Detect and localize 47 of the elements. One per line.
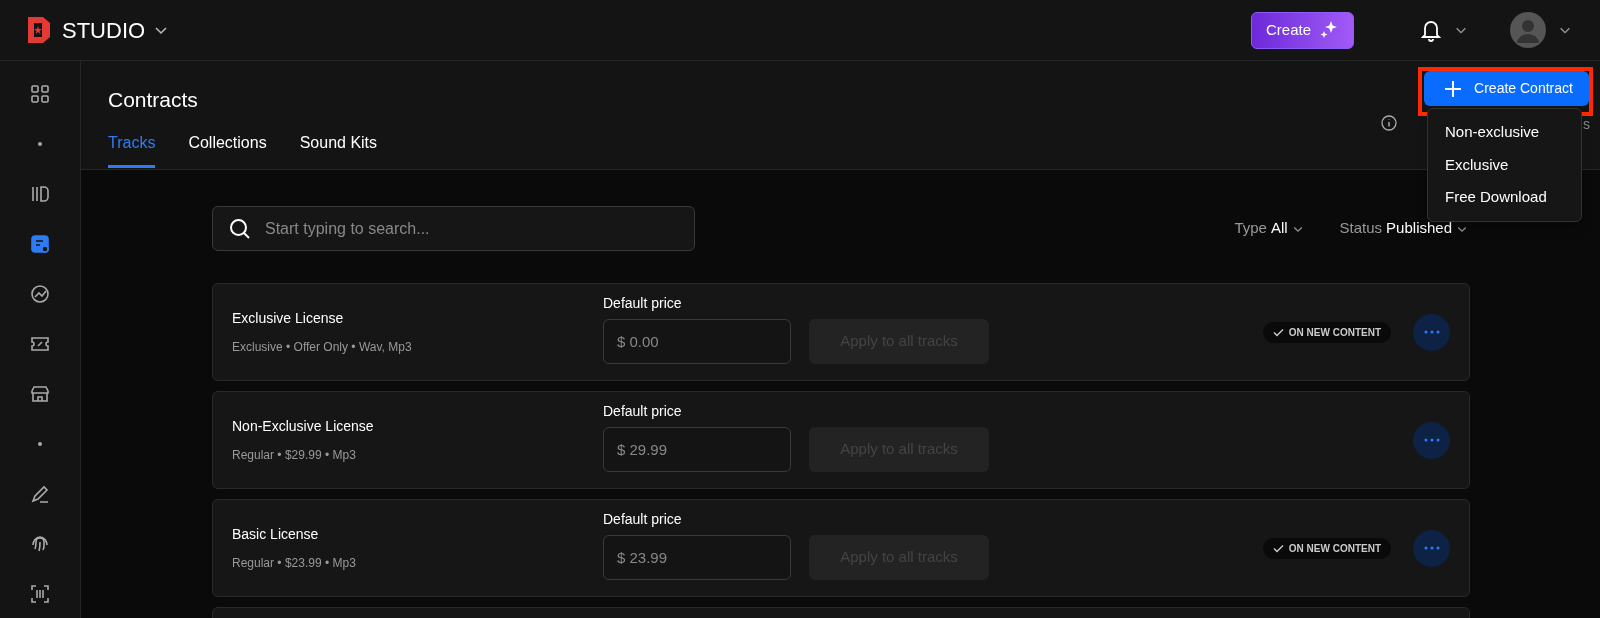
filter-dropdown[interactable]: Type All (1234, 217, 1304, 240)
field-label: Default price (603, 401, 683, 421)
create-contract-button[interactable]: Create Contract (1424, 71, 1589, 106)
logo-icon[interactable] (28, 17, 50, 43)
more-icon (1423, 438, 1440, 442)
tab[interactable]: Collections (188, 130, 267, 168)
search-field[interactable]: Start typing to search... (212, 206, 695, 251)
status-badge: ON NEW CONTENT (1262, 537, 1391, 559)
brand-name: STUDIO (62, 16, 146, 45)
filter-dropdown[interactable]: Status Published (1339, 217, 1468, 240)
store-icon[interactable] (29, 383, 51, 405)
tab[interactable]: Sound Kits (299, 130, 378, 168)
contract-name: Non-Exclusive License (232, 417, 375, 436)
page-title: Contracts (108, 87, 198, 113)
avatar-icon[interactable] (1510, 12, 1546, 48)
scan-icon[interactable] (29, 583, 51, 605)
bell-icon[interactable] (1420, 18, 1442, 42)
field-label: Default price (603, 509, 683, 529)
more-icon (1423, 330, 1440, 334)
menu-item[interactable]: Exclusive (1428, 148, 1581, 181)
contract-details: Exclusive • Offer Only • Wav, Mp3 (232, 339, 413, 356)
contract-name: Exclusive License (232, 309, 345, 328)
chart-icon[interactable] (29, 283, 51, 305)
check-icon (1272, 543, 1284, 553)
label-text: s (1583, 115, 1590, 134)
more-icon (1423, 546, 1440, 550)
price-field[interactable]: $ 23.99 (603, 534, 791, 580)
status-badge: ON NEW CONTENT (1262, 321, 1391, 343)
plus-icon (1444, 79, 1463, 98)
tab[interactable]: Tracks (108, 130, 156, 168)
contracts-icon[interactable] (29, 233, 51, 255)
contract-name: Basic License (232, 525, 320, 544)
sparkle-icon (1319, 20, 1339, 40)
check-icon (1272, 327, 1284, 337)
create-button[interactable]: Create (1251, 11, 1354, 49)
library-icon[interactable] (29, 183, 51, 205)
info-icon (1381, 115, 1397, 131)
contract-details: Regular • $29.99 • Mp3 (232, 447, 357, 464)
price-field[interactable]: $ 0.00 (603, 318, 791, 364)
contract-details: Regular • $23.99 • Mp3 (232, 555, 357, 572)
field-label: Default price (603, 293, 683, 313)
grid-icon[interactable] (29, 83, 51, 105)
menu-item[interactable]: Free Download (1428, 181, 1581, 214)
pen-icon[interactable] (29, 483, 51, 505)
search-icon (229, 218, 251, 240)
menu-item[interactable]: Non-exclusive (1428, 116, 1581, 149)
price-field[interactable]: $ 29.99 (603, 426, 791, 472)
